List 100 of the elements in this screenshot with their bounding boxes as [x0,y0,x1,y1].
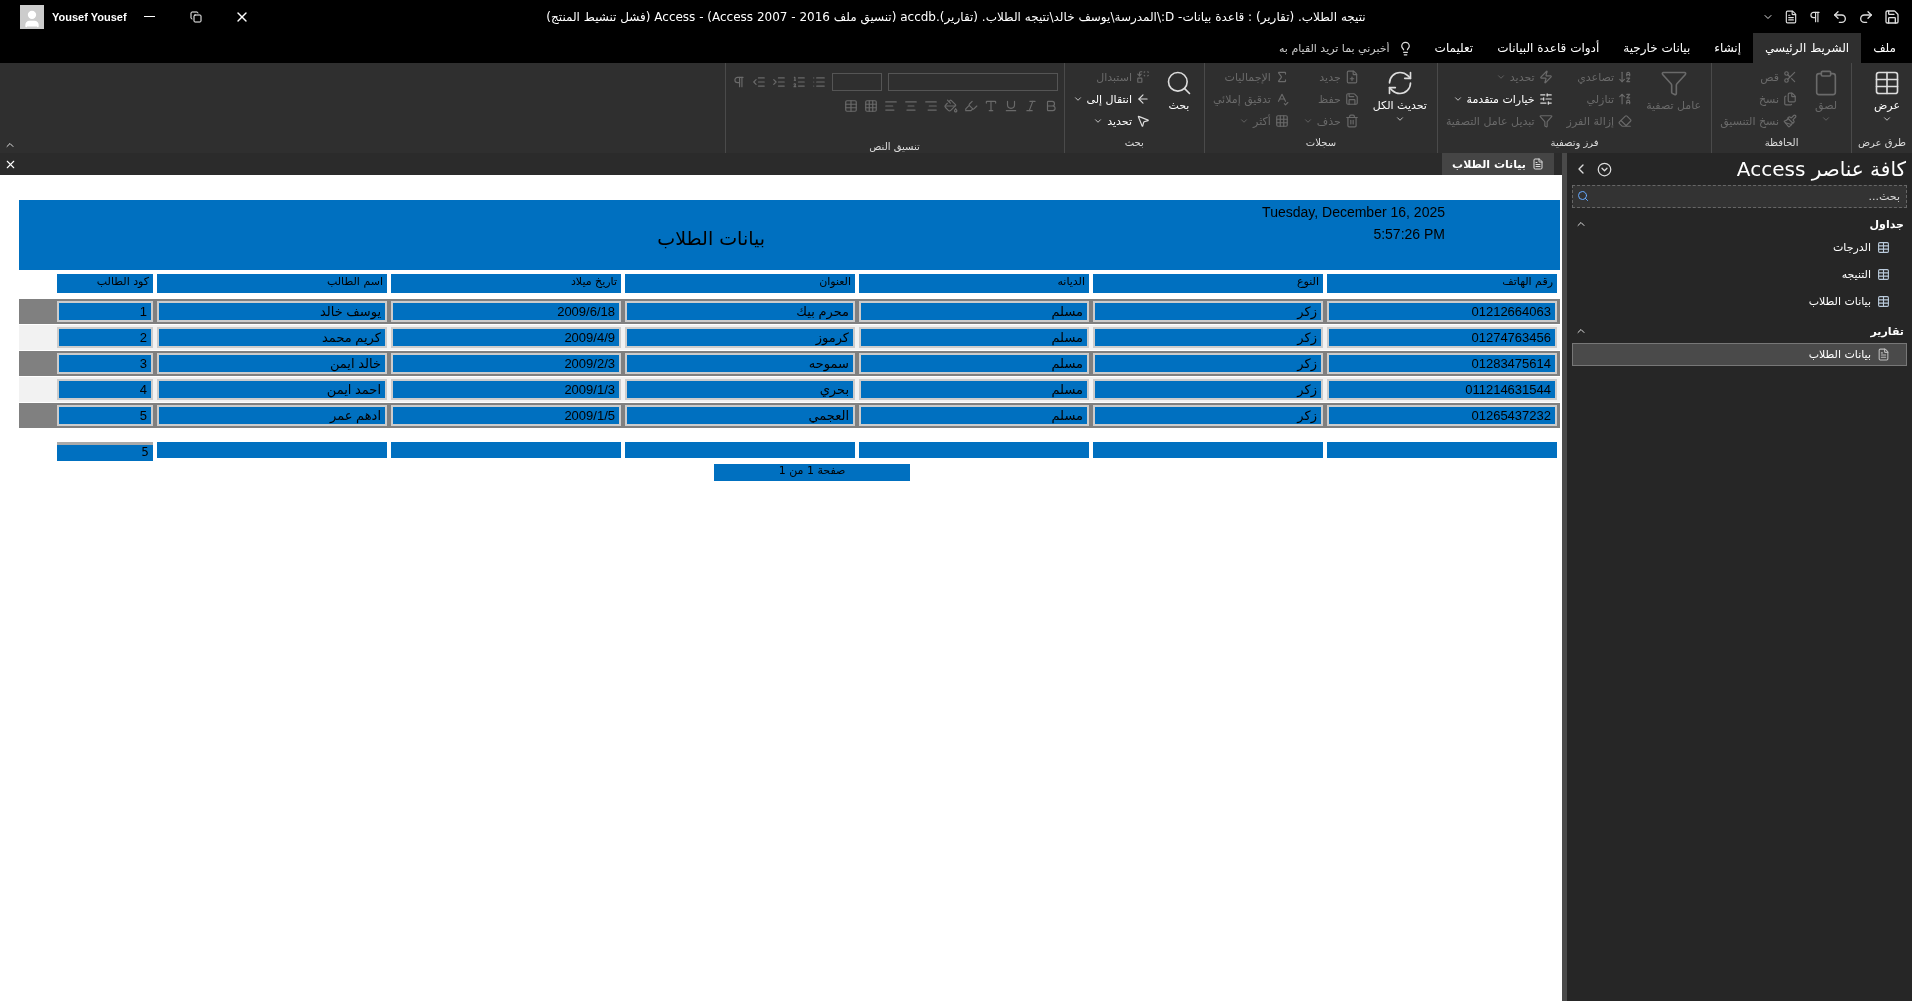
document-tab[interactable]: بيانات الطلاب [1442,153,1554,175]
button-label: تحديد [1509,70,1535,84]
table-cell: سموحه [625,353,855,374]
table-cell: 2009/2/3 [391,353,621,374]
user-name: Yousef Yousef [52,10,127,23]
button-label: أكثر [1253,114,1271,128]
report-title: بيانات الطلاب [657,227,765,249]
caret-icon [1093,116,1104,126]
button-label: لصق [1814,99,1838,112]
table-icon [1877,241,1890,254]
ribbon-tab[interactable]: ملف [1861,33,1908,63]
button-label: قص [1760,70,1779,84]
button-label: تصاعدي [1577,70,1615,84]
caret-icon [1495,72,1506,82]
table-cell: مسلم [859,353,1089,374]
button-label: تنازلي [1586,92,1615,106]
nav-group-header[interactable]: تقارير [1567,321,1912,341]
group-label: الحافظة [1764,137,1799,150]
table-cell: خالد ايمن [157,353,387,374]
ribbon-button[interactable]: تحديث الكل [1368,67,1431,137]
table-cell: محرم بيك [625,301,855,322]
ribbon-tab[interactable]: أدوات قاعدة البيانات [1485,33,1612,63]
table-cell: 2 [57,327,153,348]
table-cell: احمد ايمن [157,379,387,400]
button-label: تحديد [1107,114,1132,128]
brush-icon [1783,114,1797,128]
scissors-icon [1783,70,1797,84]
table-cell: 2009/4/9 [391,327,621,348]
table-cell: 01283475614 [1327,353,1557,374]
sort-ascending-icon [1618,70,1633,84]
pilcrow-icon[interactable] [1808,9,1822,24]
nav-item[interactable]: بيانات الطلاب [1572,343,1907,366]
avatar-icon [20,4,44,29]
table-cell: العجمي [625,405,855,426]
column-header: تاريخ ميلاد [391,274,621,293]
caret-icon [1239,116,1250,126]
table-cell: 2009/6/18 [391,301,621,322]
group-label: طرق عرض [1858,137,1906,150]
ribbon-tab[interactable]: بيانات خارجية [1611,33,1703,63]
search-field[interactable]: بحث... [1572,185,1907,208]
button-label: تدقيق إملائي [1212,92,1271,106]
nav-item[interactable]: بيانات الطلاب [1572,290,1907,313]
table-icon [1877,268,1890,281]
button-label: تحديث الكل [1372,99,1427,112]
caret-icon [1882,114,1892,124]
sort-descending-icon [1618,92,1633,106]
nav-item[interactable]: الدرجات [1572,236,1907,259]
redo-icon[interactable] [1858,8,1874,25]
save-icon[interactable] [1884,8,1900,25]
button-label: عامل تصفية [1646,99,1702,112]
button-label: استبدال [1096,70,1132,84]
column-header: رقم الهاتف [1327,274,1557,293]
copy-icon [1783,92,1797,106]
button-label: الإجماليات [1224,70,1271,84]
table-cell: 5 [57,405,153,426]
button-label: تبديل عامل التصفية [1445,114,1535,128]
ribbon-button[interactable]: عرض [1868,67,1906,137]
group-label: فرز وتصفية [1550,137,1599,151]
table-cell: 01265437232 [1327,405,1557,426]
minimize-icon [144,16,156,17]
group-label: بحث [1124,137,1144,150]
table-cell: 3 [57,353,153,374]
ribbon-tab[interactable]: الشريط الرئيسي [1753,33,1862,63]
table-cell: 011214631544 [1327,379,1557,400]
table-icon [1877,295,1890,308]
nav-group-header[interactable]: جداول [1567,214,1912,234]
search-icon [1577,190,1589,202]
button-label: جديد [1319,70,1341,84]
caret-icon [1821,114,1831,124]
trash-icon [1344,114,1359,128]
button-label: انتقال إلى [1086,92,1132,106]
button-label: نسخ [1759,92,1779,106]
item-label: الدرجات [1833,241,1871,254]
new-page-icon [1344,70,1359,84]
group-label: سجلات [1305,137,1337,150]
button-label: إزالة الفرز [1566,114,1615,128]
button-label: حذف [1316,114,1341,128]
dropdown-icon[interactable] [1597,161,1612,177]
total-count: 5 [57,442,153,461]
group-title: تقارير [1870,324,1904,338]
table-cell: 2009/1/5 [391,405,621,426]
item-label: بيانات الطلاب [1808,348,1871,361]
ribbon-tab[interactable]: تعليمات [1422,33,1486,63]
ribbon-button[interactable]: تحديد [1070,111,1152,131]
ribbon-button[interactable]: انتقال إلى [1070,89,1152,109]
form-icon[interactable] [1784,9,1798,24]
grid-icon [1274,114,1289,128]
ribbon-button[interactable]: خيارات متقدمة [1443,89,1555,109]
ribbon-button[interactable]: بحث [1159,67,1198,137]
nav-item[interactable]: التنيجه [1572,263,1907,286]
item-label: بيانات الطلاب [1808,295,1871,308]
report-time: 5:57:26 PM [1373,226,1445,242]
table-cell: 01274763456 [1327,327,1557,348]
table-cell: مسلم [859,327,1089,348]
table-cell: 1 [57,301,153,322]
ribbon-tab[interactable]: إنشاء [1702,33,1754,63]
undo-icon[interactable] [1832,8,1848,25]
funnel-icon [1659,69,1688,97]
funnel-icon [1538,114,1553,128]
caret-icon [1394,114,1405,124]
